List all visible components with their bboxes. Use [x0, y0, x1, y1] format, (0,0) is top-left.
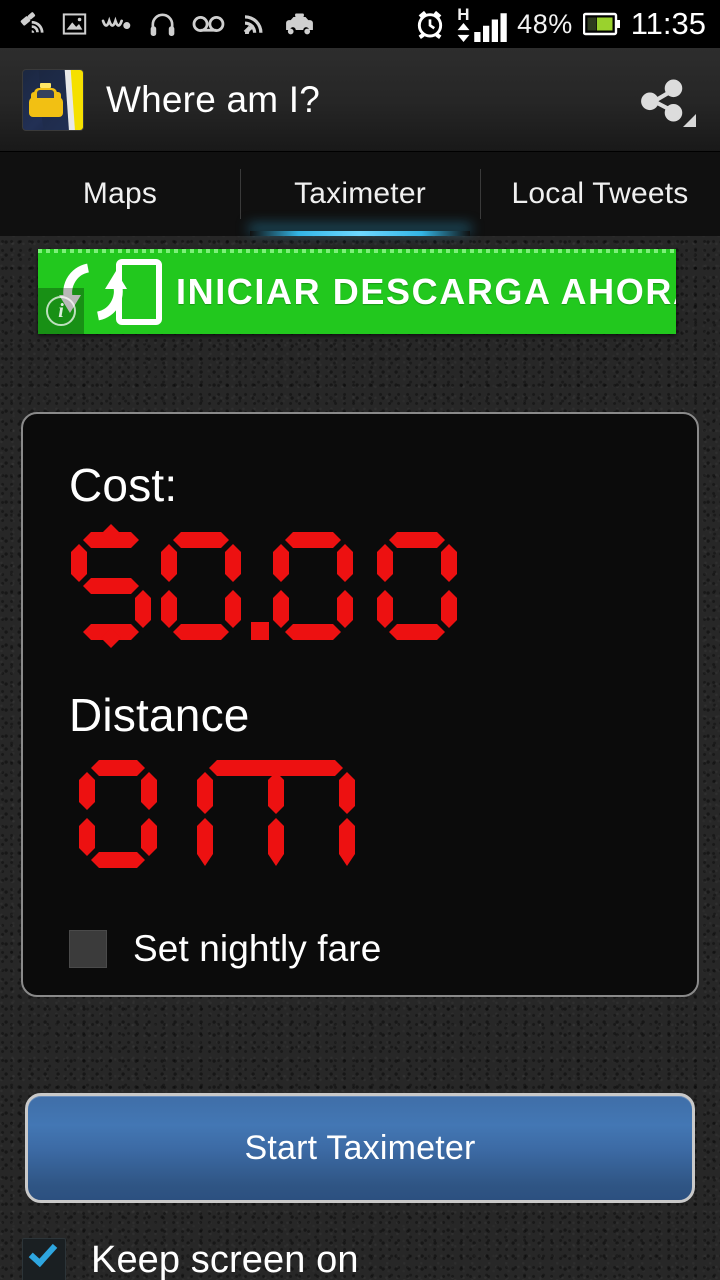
signal-wave-icon: [243, 15, 263, 34]
action-bar: Where am I?: [0, 48, 720, 152]
dropdown-triangle-icon: [683, 113, 696, 127]
status-bar-left-icons: [0, 9, 414, 39]
taximeter-panel: Cost: $0.00: [21, 412, 699, 997]
cost-value-lcd-2: [377, 532, 457, 640]
page-title: Where am I?: [106, 78, 320, 120]
cost-value-lcd: $0.00: [71, 524, 353, 648]
keep-screen-on-row[interactable]: Keep screen on: [22, 1237, 359, 1280]
ad-info-badge[interactable]: i: [38, 288, 84, 334]
clock-label: 11:35: [630, 6, 706, 41]
battery-percent-label: 48%: [517, 8, 573, 39]
taxi-app-icon: [22, 68, 84, 131]
set-nightly-fare-row[interactable]: Set nightly fare: [69, 928, 697, 970]
walkman-music-icon: [101, 16, 131, 30]
tab-label: Taximeter: [294, 177, 426, 210]
share-icon: [641, 79, 683, 122]
distance-display: 0 m: [69, 754, 697, 882]
data-arrows-icon: [457, 23, 470, 42]
set-nightly-fare-label: Set nightly fare: [133, 928, 382, 969]
checkbox-checked-icon[interactable]: [22, 1237, 66, 1280]
ad-banner[interactable]: INICIAR DESCARGA AHORA i: [38, 249, 676, 334]
checkbox-unchecked-icon[interactable]: [69, 930, 107, 968]
tab-maps[interactable]: Maps: [0, 152, 240, 236]
cost-display: $0.00: [69, 524, 697, 654]
status-bar: H 48% 11:35: [0, 0, 720, 48]
voicemail-icon: [192, 16, 225, 32]
status-bar-right: H 48% 11:35: [414, 6, 720, 42]
tab-local-tweets[interactable]: Local Tweets: [480, 152, 720, 236]
distance-label: Distance: [69, 689, 250, 741]
distance-value-lcd: 0 m: [79, 760, 355, 868]
info-icon: i: [46, 296, 76, 326]
alarm-clock-icon: [418, 10, 443, 39]
battery-icon: [582, 12, 620, 36]
tab-label: Maps: [82, 177, 158, 210]
tab-label: Local Tweets: [511, 177, 689, 210]
ad-text: INICIAR DESCARGA AHORA: [176, 270, 676, 312]
network-signal-group: H: [456, 6, 507, 42]
gps-satellite-icon: [20, 12, 44, 33]
start-taximeter-label: Start Taximeter: [244, 1128, 476, 1167]
image-icon: [62, 13, 87, 35]
taxi-icon: [286, 13, 313, 34]
network-type-label: H: [457, 5, 471, 24]
cellular-signal-icon: [474, 13, 507, 42]
cost-label: Cost:: [69, 459, 178, 511]
start-taximeter-button[interactable]: Start Taximeter: [25, 1093, 695, 1203]
tab-bar: Maps Taximeter Local Tweets: [0, 152, 720, 236]
headphones-icon: [150, 13, 175, 36]
tab-taximeter[interactable]: Taximeter: [240, 152, 480, 236]
app-screen: H 48% 11:35 Where am I? Maps Taximeter L…: [0, 0, 720, 1280]
share-button[interactable]: [630, 68, 696, 132]
keep-screen-on-label: Keep screen on: [91, 1238, 359, 1280]
